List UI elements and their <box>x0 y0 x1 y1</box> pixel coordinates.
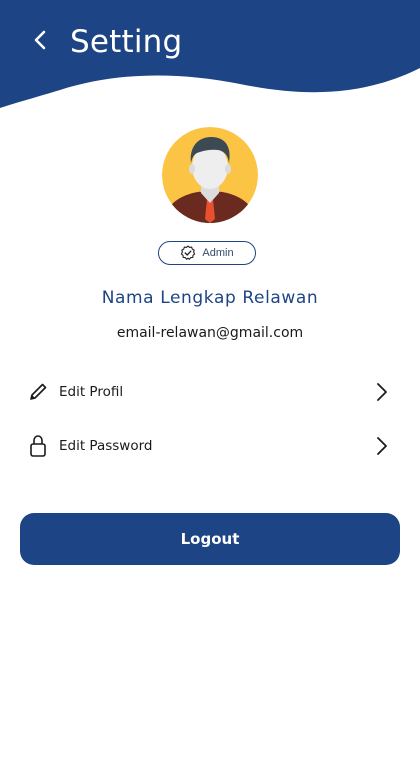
back-button[interactable] <box>26 26 54 54</box>
header-wave-background <box>0 0 420 108</box>
chevron-right-icon <box>370 380 394 404</box>
menu-item-edit-profile[interactable]: Edit Profil <box>20 372 400 412</box>
chevron-left-icon <box>34 30 46 50</box>
menu-item-edit-password[interactable]: Edit Password <box>20 426 400 466</box>
logout-button[interactable]: Logout <box>20 513 400 565</box>
user-email: email-relawan@gmail.com <box>116 325 304 341</box>
user-name: Nama Lengkap Relawan <box>101 288 319 308</box>
chevron-right-icon <box>370 434 394 458</box>
menu-item-label: Edit Profil <box>59 384 124 400</box>
settings-screen: Setting Admin Nama Lengkap Relawan email… <box>0 0 420 780</box>
header: Setting <box>0 0 420 112</box>
avatar <box>162 127 258 223</box>
user-avatar <box>162 127 258 223</box>
verified-badge-icon <box>181 245 196 260</box>
menu-item-label: Edit Password <box>59 438 153 454</box>
lock-icon <box>24 432 52 460</box>
role-label: Admin <box>202 247 234 259</box>
role-badge: Admin <box>158 241 256 265</box>
pencil-icon <box>24 378 52 406</box>
page-title: Setting <box>70 24 183 60</box>
